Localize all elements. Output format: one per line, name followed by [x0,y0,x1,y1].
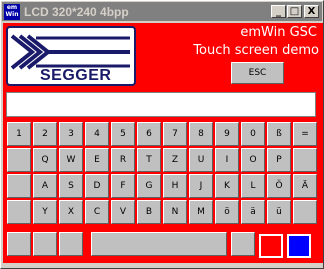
key[interactable]: J [189,174,213,198]
key[interactable] [59,232,83,256]
segger-logo: SEGGER [6,26,136,86]
key[interactable]: O [241,148,265,172]
key[interactable]: Ö [267,174,291,198]
key[interactable]: N [163,200,187,224]
key[interactable]: ä [241,200,265,224]
app-title: emWin GSC [240,25,317,40]
app-window: em Win LCD 320*240 4bpp _ □ X SEGGER emW… [0,0,324,269]
key[interactable]: 8 [189,122,213,146]
key[interactable]: B [137,200,161,224]
key[interactable]: U [189,148,213,172]
key[interactable]: 4 [85,122,109,146]
key[interactable] [33,232,57,256]
key[interactable]: A [33,174,57,198]
key[interactable]: H [163,174,187,198]
key[interactable]: 1 [7,122,31,146]
key[interactable]: C [85,200,109,224]
key[interactable]: K [215,174,239,198]
key[interactable] [7,200,31,224]
key[interactable]: M [189,200,213,224]
key[interactable]: Ä [293,174,317,198]
key[interactable]: 6 [137,122,161,146]
key[interactable]: V [111,200,135,224]
key[interactable]: Y [33,200,57,224]
logo-text: SEGGER [40,67,112,84]
key[interactable]: S [59,174,83,198]
key[interactable]: 2 [33,122,57,146]
key[interactable]: D [85,174,109,198]
key[interactable]: ü [267,200,291,224]
close-button[interactable]: X [304,5,319,18]
minimize-button[interactable]: _ [271,5,286,18]
lcd-display: SEGGER emWin GSC Touch screen demo ESC 1… [3,23,323,263]
key[interactable]: Z [163,148,187,172]
key[interactable] [231,232,255,256]
esc-button[interactable]: ESC [231,62,284,84]
key[interactable]: P [267,148,291,172]
key[interactable]: 3 [59,122,83,146]
key[interactable]: 5 [111,122,135,146]
key[interactable] [7,148,31,172]
key[interactable] [7,174,31,198]
key[interactable] [7,232,31,256]
blue-color-swatch[interactable] [287,234,311,258]
key[interactable]: R [111,148,135,172]
window-title: LCD 320*240 4bpp [24,5,129,19]
key[interactable] [293,148,317,172]
app-subtitle: Touch screen demo [193,43,319,58]
key[interactable]: 9 [215,122,239,146]
key[interactable]: G [137,174,161,198]
key[interactable]: E [85,148,109,172]
key[interactable]: F [111,174,135,198]
emwin-app-icon[interactable]: em Win [4,4,20,20]
maximize-button[interactable]: □ [287,5,302,18]
red-color-swatch[interactable] [259,234,283,258]
key[interactable]: I [215,148,239,172]
text-input[interactable] [6,92,316,117]
key[interactable]: = [293,122,317,146]
key[interactable]: L [241,174,265,198]
space-key[interactable] [91,232,227,256]
key[interactable]: 7 [163,122,187,146]
key[interactable] [293,200,317,224]
key[interactable]: ö [215,200,239,224]
key[interactable]: W [59,148,83,172]
key[interactable]: T [137,148,161,172]
key[interactable]: X [59,200,83,224]
title-bar[interactable]: em Win LCD 320*240 4bpp _ □ X [2,2,322,21]
key[interactable]: 0 [241,122,265,146]
key[interactable]: ß [267,122,291,146]
key[interactable]: Q [33,148,57,172]
